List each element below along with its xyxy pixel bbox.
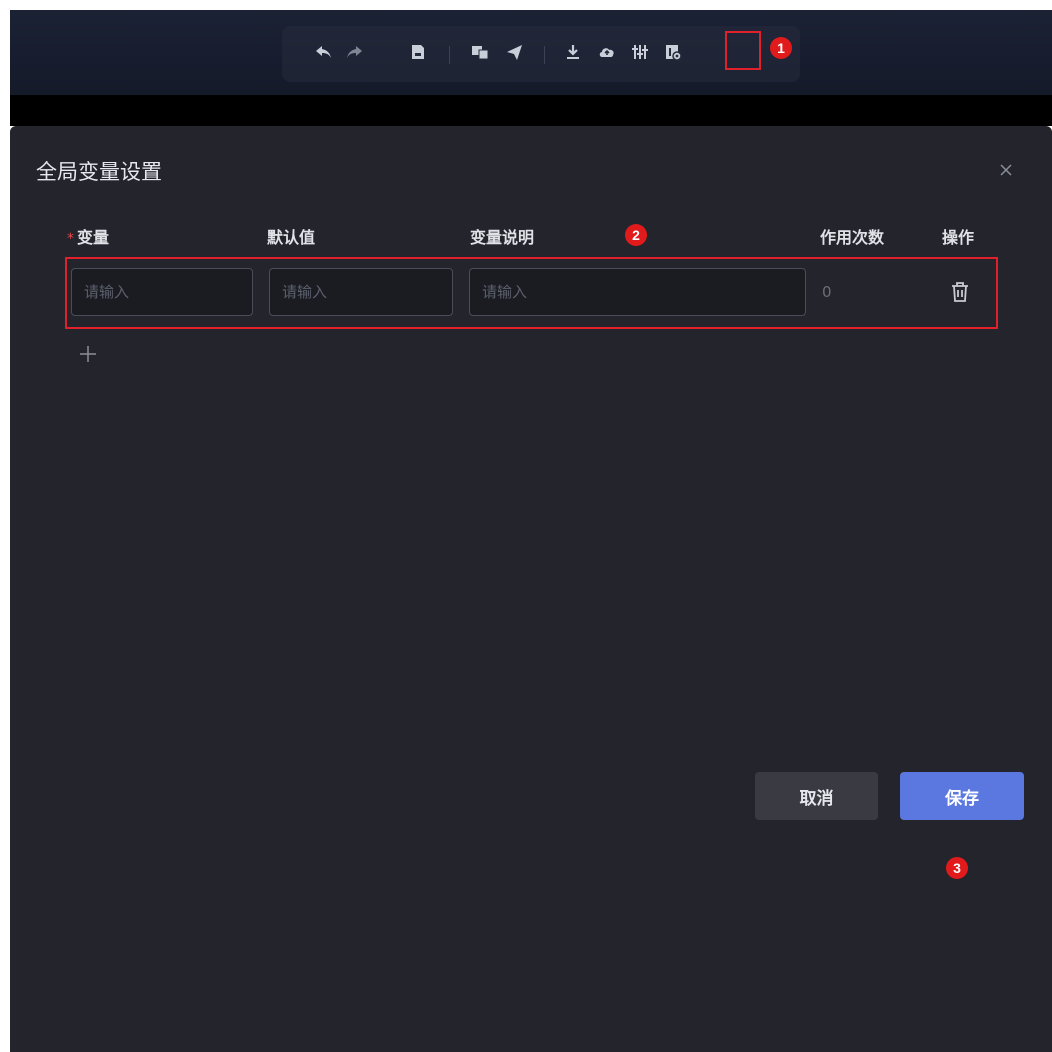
dialog-title: 全局变量设置 — [36, 160, 162, 184]
canvas-strip — [10, 95, 1052, 126]
column-header-variable-label: 变量 — [77, 228, 110, 247]
upload-cloud-icon[interactable] — [595, 40, 619, 64]
save-button[interactable]: 保存 — [900, 772, 1024, 820]
save-file-icon[interactable] — [406, 40, 430, 64]
adjust-icon[interactable] — [628, 40, 652, 64]
download-icon[interactable] — [561, 40, 585, 64]
toolbar-divider — [449, 46, 450, 64]
editor-toolbar — [282, 26, 800, 82]
column-header-description: 变量说明 — [470, 228, 535, 247]
toolbar-divider — [544, 46, 545, 64]
column-header-actions: 操作 — [942, 228, 975, 247]
publish-icon[interactable] — [502, 40, 526, 64]
add-row-icon[interactable] — [76, 342, 100, 366]
highlight-box-global-variables — [725, 31, 761, 70]
highlight-box-variable-row — [65, 257, 998, 329]
global-variables-icon[interactable] — [661, 40, 685, 64]
step-marker-2: 2 — [625, 224, 647, 246]
redo-icon[interactable] — [342, 40, 366, 64]
column-header-default-value: 默认值 — [267, 228, 316, 247]
column-header-usage-count: 作用次数 — [820, 228, 885, 247]
step-marker-1: 1 — [770, 37, 792, 59]
preview-icon[interactable] — [468, 40, 492, 64]
close-icon[interactable] — [996, 160, 1016, 180]
top-bar — [10, 10, 1052, 95]
cancel-button[interactable]: 取消 — [755, 772, 878, 820]
step-marker-3: 3 — [946, 857, 968, 879]
required-asterisk: * — [67, 231, 74, 247]
undo-icon[interactable] — [312, 40, 336, 64]
column-header-variable: * 变量 — [67, 224, 109, 248]
